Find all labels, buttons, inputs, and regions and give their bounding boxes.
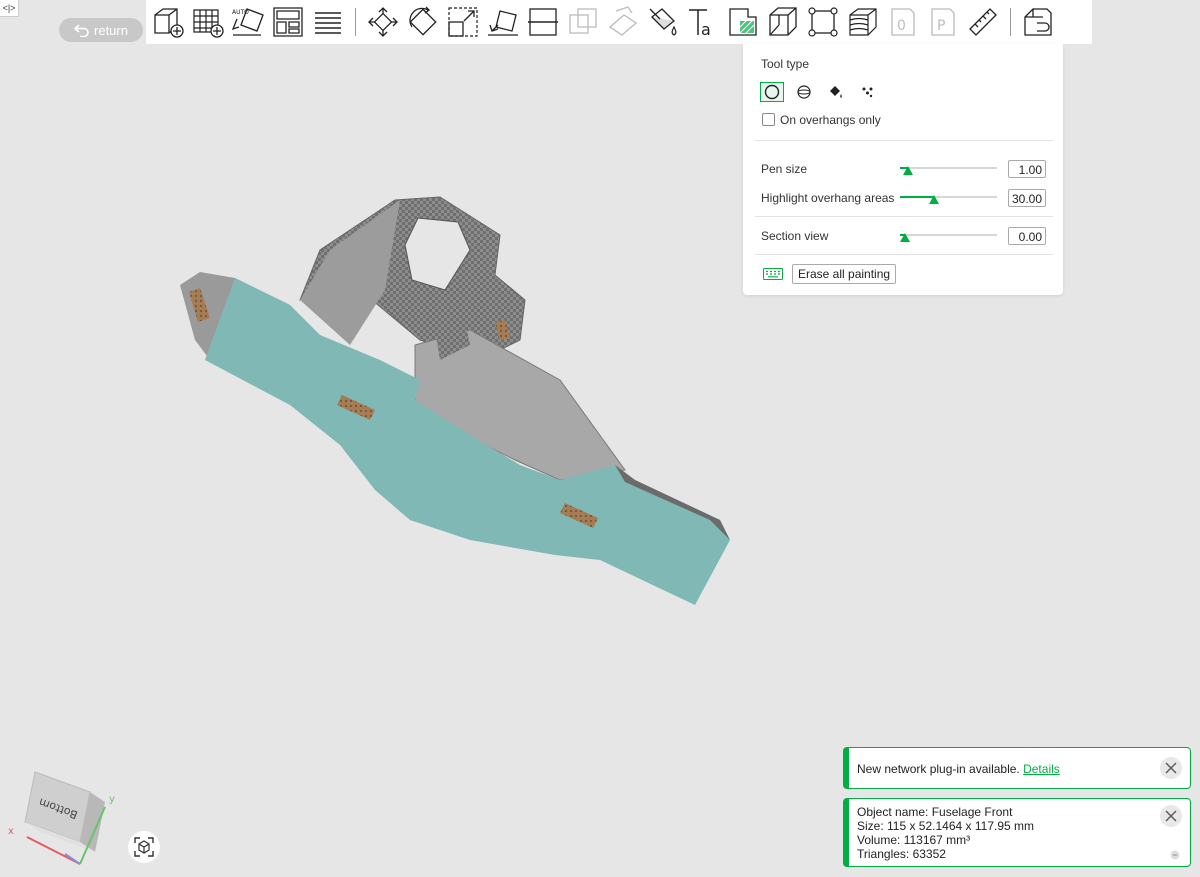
paint-tool-panel: Tool type On overhangs only Pen size 1.0… (743, 44, 1063, 295)
fill-bucket-icon (830, 86, 842, 98)
keyboard-shortcuts-icon[interactable] (763, 268, 783, 280)
plugin-notification-text: New network plug-in available. (857, 762, 1020, 776)
sphere-icon (797, 85, 811, 99)
highlight-overhang-value[interactable]: 30.00 (1008, 189, 1046, 207)
sphere-brush-tool[interactable] (792, 82, 816, 102)
object-name: Object name: Fuselage Front (857, 805, 1013, 819)
x-axis-label: x (8, 826, 14, 837)
object-size: Size: 115 x 52.1464 x 117.95 mm (857, 819, 1034, 833)
object-triangles: Triangles: 63352 (857, 847, 946, 861)
highlight-overhang-slider[interactable] (900, 195, 997, 204)
tool-type-label: Tool type (761, 57, 810, 71)
section-view-value[interactable]: 0.00 (1008, 227, 1046, 245)
more-icon[interactable] (1170, 850, 1180, 860)
panel-divider (755, 254, 1053, 255)
navigation-cube[interactable]: Bottom y x (5, 762, 125, 872)
section-view-label: Section view (761, 229, 829, 243)
plugin-notification: New network plug-in available. Details (843, 747, 1191, 789)
section-view-slider[interactable] (899, 233, 997, 242)
pen-size-slider-thumb[interactable] (902, 166, 913, 175)
overhangs-only-checkbox[interactable] (762, 113, 775, 126)
section-view-slider-thumb[interactable] (899, 233, 910, 242)
close-object-info-button[interactable] (1160, 805, 1182, 827)
circle-brush-tool[interactable] (760, 82, 784, 102)
pen-size-slider[interactable] (900, 166, 997, 175)
plugin-details-link[interactable]: Details (1023, 762, 1060, 776)
fill-bucket-tool[interactable] (824, 82, 848, 102)
fit-view-icon (134, 837, 154, 857)
overhangs-only-label: On overhangs only (780, 113, 881, 127)
gap-fill-tool[interactable] (856, 82, 880, 102)
highlight-overhang-label: Highlight overhang areas (761, 191, 895, 205)
object-volume: Volume: 113167 mm³ (857, 833, 971, 847)
highlight-overhang-slider-thumb[interactable] (928, 195, 939, 204)
erase-all-painting-button[interactable]: Erase all painting (792, 264, 897, 284)
close-icon (1165, 762, 1177, 774)
y-axis-label: y (109, 794, 115, 805)
close-plugin-notification-button[interactable] (1160, 757, 1182, 779)
fit-view-button[interactable] (128, 831, 160, 863)
pen-size-value[interactable]: 1.00 (1008, 160, 1046, 178)
panel-divider (755, 140, 1053, 141)
tool-type-group (760, 82, 880, 102)
3d-model-fuselage-front[interactable] (180, 196, 730, 605)
object-info-notification: Object name: Fuselage Front Size: 115 x … (843, 798, 1191, 867)
close-icon (1165, 810, 1177, 822)
panel-divider (755, 216, 1053, 217)
gap-fill-icon (862, 87, 873, 98)
circle-icon (764, 84, 780, 100)
pen-size-label: Pen size (761, 162, 808, 176)
